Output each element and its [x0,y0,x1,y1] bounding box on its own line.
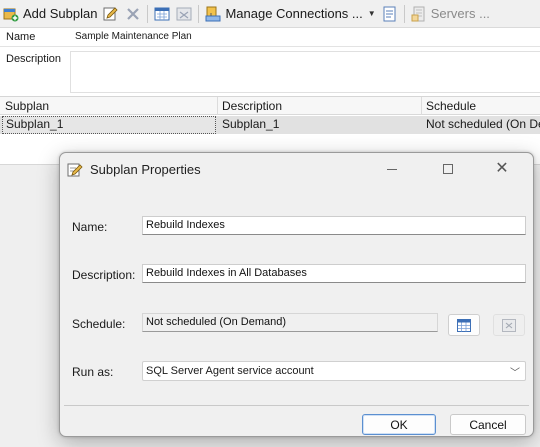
toolbar: Add Subplan Manage Connections ... ▼ Ser… [0,0,540,28]
delete-icon [125,6,141,22]
close-button[interactable]: ✕ [480,153,524,185]
plan-name-row: Name Sample Maintenance Plan [0,28,540,47]
calendar-icon [154,6,170,22]
cell-description: Subplan_1 [222,117,280,131]
edit-schedule-button[interactable] [448,314,480,336]
schedule-label: Schedule: [72,317,126,331]
column-divider[interactable] [421,97,422,115]
reporting-icon [382,6,398,22]
servers-button[interactable]: Servers ... [408,2,493,26]
dialog-title-bar[interactable]: Subplan Properties ✕ [60,153,533,187]
schedule-field: Not scheduled (On Demand) [142,313,438,332]
column-header-subplan[interactable]: Subplan [5,99,49,113]
plan-description-label: Description [6,53,62,65]
name-field[interactable]: Rebuild Indexes [142,216,526,235]
cell-subplan: Subplan_1 [6,117,64,131]
subplan-properties-dialog: Subplan Properties ✕ Name: Rebuild Index… [59,152,534,437]
reporting-button[interactable] [379,2,401,26]
servers-icon [411,6,427,22]
dialog-title: Subplan Properties [90,162,201,177]
add-subplan-icon [3,6,19,22]
manage-connections-label: Manage Connections ... [225,6,363,21]
plan-name-label: Name [6,31,36,43]
plan-description-field[interactable] [70,51,540,93]
run-as-value: SQL Server Agent service account [146,365,314,377]
plan-name-field[interactable]: Sample Maintenance Plan [75,31,192,42]
remove-schedule-icon [502,318,516,332]
description-field[interactable]: Rebuild Indexes in All Databases [142,264,526,283]
column-divider[interactable] [217,97,218,115]
toolbar-separator [198,4,200,23]
cancel-button[interactable]: Cancel [450,414,526,435]
delete-subplan-button[interactable] [122,2,144,26]
grid-header: Subplan Description Schedule [0,97,540,115]
table-row[interactable]: Subplan_1 Subplan_1 Not scheduled (On De… [0,116,540,134]
plan-properties: Name Sample Maintenance Plan Description [0,28,540,96]
add-subplan-label: Add Subplan [23,6,98,21]
name-label: Name: [72,220,108,234]
edit-icon [103,6,119,22]
column-header-schedule[interactable]: Schedule [426,99,476,113]
column-header-description[interactable]: Description [222,99,282,113]
close-icon: ✕ [495,160,509,177]
toolbar-separator [147,4,149,23]
minimize-button[interactable] [370,153,414,185]
maximize-button[interactable] [426,153,470,185]
maximize-icon [443,164,453,174]
chevron-down-icon: ﹀ [510,368,520,379]
minimize-icon [387,168,397,170]
chevron-down-icon[interactable]: ▼ [368,9,376,18]
plan-description-row: Description [0,47,540,96]
subplan-schedule-button[interactable] [151,2,173,26]
connections-icon [205,6,221,22]
remove-schedule-button[interactable] [173,2,195,26]
cell-schedule: Not scheduled (On Dem [426,117,540,131]
add-subplan-button[interactable]: Add Subplan [0,2,100,26]
ok-button[interactable]: OK [362,414,436,435]
remove-schedule-icon [176,6,192,22]
run-as-select[interactable]: SQL Server Agent service account ﹀ [142,361,526,381]
description-label: Description: [72,268,136,282]
manage-connections-button[interactable]: Manage Connections ... ▼ [202,2,378,26]
servers-label: Servers ... [430,6,490,21]
edit-subplan-button[interactable] [100,2,122,26]
run-as-label: Run as: [72,365,114,379]
properties-icon [67,162,83,181]
dialog-divider [64,405,529,406]
calendar-icon [457,318,471,332]
remove-schedule-button[interactable] [493,314,525,336]
toolbar-separator [403,4,405,23]
